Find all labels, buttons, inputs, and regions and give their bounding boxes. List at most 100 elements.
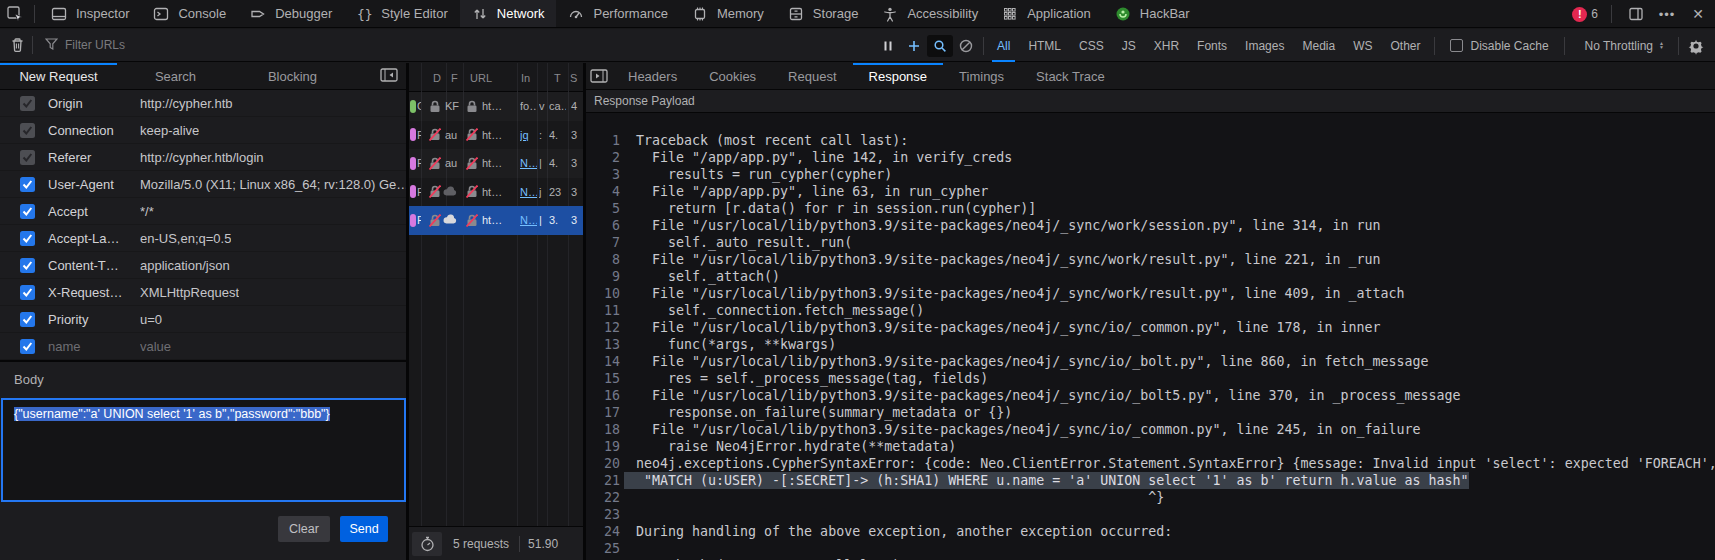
header-value[interactable]: keep-alive [140,123,199,138]
type-filter-html[interactable]: HTML [1019,29,1070,62]
details-tab-response[interactable]: Response [853,63,944,89]
header-name[interactable]: X-Request… [48,285,140,300]
element-picker-button[interactable] [0,0,30,27]
split-console-button[interactable] [1625,3,1647,25]
devtools-tab-console[interactable]: Console [141,0,238,27]
line-text: "MATCH (u:USER) -[:SECRET]-> (h:SHA1) WH… [624,472,1469,489]
request-row[interactable]: POSTht…N…j233 [409,178,585,207]
type-filter-xhr[interactable]: XHR [1145,29,1188,62]
request-editor-tab-blocking[interactable]: Blocking [234,63,351,89]
collapse-panel-button[interactable] [380,68,398,86]
type-filter-all[interactable]: All [988,29,1019,62]
line-text: results = run_cypher(cypher) [636,166,892,183]
details-tab-request[interactable]: Request [772,63,852,89]
header-checkbox[interactable] [20,150,35,165]
header-value[interactable]: http://cypher.htb/login [140,150,264,165]
header-checkbox[interactable] [20,258,35,273]
search-button[interactable] [927,35,953,57]
column-header-t[interactable]: T [554,63,561,92]
error-count-badge[interactable]: ! 6 [1572,7,1598,22]
header-checkbox[interactable] [20,312,35,327]
header-checkbox[interactable] [20,204,35,219]
column-header-in[interactable]: In [521,63,530,92]
column-header-d[interactable]: D [433,63,441,92]
header-value[interactable]: u=0 [140,312,162,327]
send-button[interactable]: Send [340,516,388,542]
header-checkbox[interactable] [20,123,35,138]
devtools-tab-performance[interactable]: Performance [556,0,679,27]
header-checkbox[interactable] [20,96,35,111]
type-cell: : [539,121,546,150]
header-value[interactable]: */* [140,204,154,219]
header-name[interactable]: Connection [48,123,140,138]
devtools-tab-hackbar[interactable]: HackBar [1103,0,1202,27]
response-line-5: 5 return [r.data() for r in session.run(… [586,200,1715,217]
response-payload-header[interactable]: Response Payload [586,90,1715,113]
header-name[interactable]: Priority [48,312,140,327]
request-editor-tab-new-request[interactable]: New Request [0,63,117,89]
request-row[interactable]: POSTauht…N…|4.3 [409,149,585,178]
header-value[interactable]: value [140,339,171,354]
request-editor-tabs: New RequestSearchBlocking [0,63,406,90]
type-filter-fonts[interactable]: Fonts [1188,29,1236,62]
request-editor-tab-search[interactable]: Search [117,63,234,89]
header-name[interactable]: Origin [48,96,140,111]
type-filter-media[interactable]: Media [1293,29,1344,62]
header-checkbox[interactable] [20,177,35,192]
column-header-s[interactable]: S [570,63,577,92]
performance-analysis-button[interactable] [412,532,442,556]
column-header-f[interactable]: F [451,63,458,92]
throttling-select[interactable]: No Throttling ▲▼ [1569,39,1674,53]
close-devtools-button[interactable]: ✕ [1687,3,1709,25]
details-tab-stack-trace[interactable]: Stack Trace [1020,63,1121,89]
header-value[interactable]: en-US,en;q=0.5 [140,231,231,246]
clear-button[interactable]: Clear [278,516,330,542]
request-row[interactable]: POSTauht…jq:4.3 [409,121,585,150]
network-settings-gear-button[interactable] [1683,35,1709,57]
request-row[interactable]: GETKFht…fo…vca…4 [409,92,585,121]
devtools-tab-application[interactable]: Application [990,0,1103,27]
header-value[interactable]: Mozilla/5.0 (X11; Linux x86_64; rv:128.0… [140,177,406,192]
type-filter-images[interactable]: Images [1236,29,1293,62]
header-name[interactable]: name [48,339,140,354]
details-tab-headers[interactable]: Headers [612,63,693,89]
header-name[interactable]: User-Agent [48,177,140,192]
pause-traffic-button[interactable] [875,35,901,57]
type-filter-ws[interactable]: WS [1344,29,1381,62]
devtools-tab-debugger[interactable]: Debugger [238,0,344,27]
header-value[interactable]: http://cypher.htb [140,96,233,111]
details-tab-timings[interactable]: Timings [943,63,1020,89]
header-value[interactable]: application/json [140,258,230,273]
column-header-url[interactable]: URL [470,63,492,92]
header-checkbox[interactable] [20,231,35,246]
details-tab-cookies[interactable]: Cookies [693,63,772,89]
header-name[interactable]: Content-T… [48,258,140,273]
header-name[interactable]: Referer [48,150,140,165]
request-body-textarea[interactable]: {"username":"a' UNION select '1' as b","… [1,398,406,502]
devtools-tab-inspector[interactable]: Inspector [39,0,141,27]
disable-cache-checkbox[interactable]: Disable Cache [1439,39,1560,53]
header-checkbox[interactable] [20,285,35,300]
devtools-tab-style-editor[interactable]: {}Style Editor [344,0,459,27]
type-filter-other[interactable]: Other [1382,29,1430,62]
header-checkbox[interactable] [20,339,35,354]
block-requests-button[interactable] [953,35,979,57]
response-payload-code[interactable]: 1Traceback (most recent call last):2 Fil… [586,113,1715,560]
line-number: 16 [586,387,620,404]
new-request-button[interactable] [901,35,927,57]
devtools-tab-memory[interactable]: Memory [680,0,776,27]
response-line-8: 8 File "/usr/local/lib/python3.9/site-pa… [586,251,1715,268]
header-name[interactable]: Accept-La… [48,231,140,246]
devtools-tab-accessibility[interactable]: Accessibility [870,0,990,27]
filter-urls-input[interactable]: Filter URLs [45,38,125,53]
header-name[interactable]: Accept [48,204,140,219]
header-value[interactable]: XMLHttpRequest [140,285,239,300]
devtools-menu-button[interactable]: ••• [1656,3,1678,25]
clear-requests-button[interactable] [6,34,28,56]
expand-panel-button[interactable] [586,63,612,89]
type-filter-css[interactable]: CSS [1070,29,1113,62]
devtools-tab-network[interactable]: Network [460,0,557,27]
request-row[interactable]: POSTht…N…|3.3 [409,206,585,235]
devtools-tab-storage[interactable]: Storage [776,0,871,27]
type-filter-js[interactable]: JS [1113,29,1145,62]
